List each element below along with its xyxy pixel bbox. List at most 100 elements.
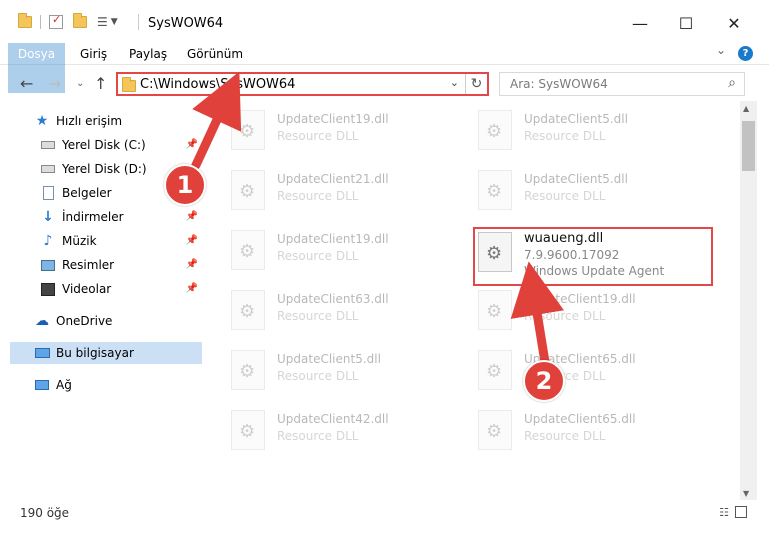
refresh-button[interactable]: ↻ xyxy=(465,74,487,94)
dll-file-icon xyxy=(231,290,265,330)
file-description: Resource DLL xyxy=(277,249,359,263)
computer-icon xyxy=(34,346,50,360)
divider xyxy=(40,15,41,29)
pin-icon[interactable]: 📌 xyxy=(186,211,198,222)
window-title: SysWOW64 xyxy=(148,16,224,31)
address-path[interactable]: C:\Windows\SysWOW64 xyxy=(140,77,295,92)
file-item[interactable]: UpdateClient19.dll Resource DLL xyxy=(478,286,688,336)
file-name: UpdateClient21.dll xyxy=(277,172,389,186)
large-icons-view-icon[interactable] xyxy=(735,506,747,518)
step-badge-2: 2 xyxy=(523,360,565,402)
file-description: Resource DLL xyxy=(524,129,606,143)
customize-icon[interactable]: ☰ xyxy=(97,15,108,29)
close-button[interactable]: ✕ xyxy=(711,8,757,38)
divider xyxy=(138,14,139,30)
address-bar[interactable]: C:\Windows\SysWOW64 ⌄ ↻ xyxy=(116,72,489,96)
pin-icon[interactable]: 📌 xyxy=(186,235,198,246)
sidebar-item-downloads[interactable]: ↓ İndirmeler 📌 xyxy=(40,206,202,228)
file-item[interactable]: UpdateClient63.dll Resource DLL xyxy=(231,286,441,336)
scroll-up-icon[interactable]: ▲ xyxy=(743,104,749,113)
properties-icon[interactable]: ✓ xyxy=(49,13,63,29)
up-button[interactable]: ↑ xyxy=(94,74,107,93)
sidebar-item-label: Ağ xyxy=(56,378,72,392)
file-description: Resource DLL xyxy=(524,309,606,323)
sidebar-item-label: Yerel Disk (C:) xyxy=(62,138,146,152)
sidebar-item-label: Resimler xyxy=(62,258,115,272)
vertical-scrollbar[interactable]: ▲ ▼ xyxy=(740,101,757,501)
download-icon: ↓ xyxy=(42,209,54,225)
network-icon xyxy=(34,378,50,392)
file-name: UpdateClient42.dll xyxy=(277,412,389,426)
dll-file-icon xyxy=(478,350,512,390)
sidebar-item-network[interactable]: Ağ xyxy=(34,374,202,396)
file-description: Resource DLL xyxy=(277,429,359,443)
sidebar-item-onedrive[interactable]: ☁ OneDrive xyxy=(34,310,202,332)
file-name: UpdateClient19.dll xyxy=(277,112,389,126)
sidebar-item-quick-access[interactable]: ★ Hızlı erişim xyxy=(34,110,226,132)
file-description: Resource DLL xyxy=(277,129,359,143)
view-buttons: ☷ xyxy=(719,506,747,519)
scroll-down-icon[interactable]: ▼ xyxy=(743,489,749,498)
file-name: UpdateClient5.dll xyxy=(524,172,628,186)
folder-icon xyxy=(122,77,136,92)
item-count: 190 öğe xyxy=(20,506,70,520)
scrollbar-thumb[interactable] xyxy=(742,121,755,171)
sidebar-item-music[interactable]: ♪ Müzik 📌 xyxy=(40,230,202,252)
title-bar: ✓ ☰ ▼ SysWOW64 — ☐ ✕ xyxy=(0,0,769,46)
back-button[interactable]: ← xyxy=(20,74,33,93)
chevron-down-icon[interactable]: ▼ xyxy=(111,17,118,27)
file-item[interactable]: UpdateClient5.dll Resource DLL xyxy=(231,346,441,396)
recent-locations-button[interactable]: ⌄ xyxy=(76,78,84,89)
folder-icon[interactable] xyxy=(18,13,32,28)
new-folder-icon[interactable] xyxy=(73,13,87,28)
file-item[interactable]: UpdateClient21.dll Resource DLL xyxy=(231,166,441,216)
sidebar-item-pictures[interactable]: Resimler 📌 xyxy=(40,254,202,276)
dll-file-icon xyxy=(231,170,265,210)
pin-icon[interactable]: 📌 xyxy=(186,259,198,270)
file-item[interactable]: UpdateClient65.dll Resource DLL xyxy=(478,406,688,456)
ribbon-tabs: Dosya Giriş Paylaş Görünüm ⌄ ? xyxy=(0,43,769,93)
search-icon[interactable]: ⌕ xyxy=(728,75,736,91)
file-item[interactable]: UpdateClient42.dll Resource DLL xyxy=(231,406,441,456)
dll-file-icon xyxy=(231,230,265,270)
drive-icon xyxy=(40,162,56,176)
file-description: Resource DLL xyxy=(277,309,359,323)
tab-home[interactable]: Giriş xyxy=(80,43,107,65)
dll-file-icon xyxy=(231,410,265,450)
file-description: Resource DLL xyxy=(277,189,359,203)
sidebar-item-label: Bu bilgisayar xyxy=(56,346,134,360)
file-name: UpdateClient19.dll xyxy=(524,292,636,306)
file-name: UpdateClient65.dll xyxy=(524,412,636,426)
file-name: UpdateClient19.dll xyxy=(277,232,389,246)
music-icon: ♪ xyxy=(43,233,53,249)
file-description: Resource DLL xyxy=(524,189,606,203)
sidebar-item-label: Yerel Disk (D:) xyxy=(62,162,147,176)
details-view-icon[interactable]: ☷ xyxy=(719,506,729,519)
search-input[interactable]: Ara: SysWOW64 ⌕ xyxy=(499,72,745,96)
dll-file-icon xyxy=(478,170,512,210)
file-item[interactable]: UpdateClient65.dll Resource DLL xyxy=(478,346,688,396)
sidebar-item-label: Belgeler xyxy=(62,186,112,200)
sidebar-item-disk-c[interactable]: Yerel Disk (C:) 📌 xyxy=(40,134,202,156)
forward-button[interactable]: → xyxy=(48,74,61,93)
file-item[interactable]: UpdateClient5.dll Resource DLL xyxy=(478,106,688,156)
maximize-button[interactable]: ☐ xyxy=(663,8,709,38)
ribbon-expand-icon[interactable]: ⌄ xyxy=(716,43,726,57)
file-item[interactable]: UpdateClient19.dll Resource DLL xyxy=(231,226,441,276)
tab-share[interactable]: Paylaş xyxy=(129,43,167,65)
file-highlight-box xyxy=(473,227,713,286)
cloud-icon: ☁ xyxy=(35,313,49,329)
sidebar-item-videos[interactable]: Videolar 📌 xyxy=(40,278,202,300)
file-item[interactable]: UpdateClient5.dll Resource DLL xyxy=(478,166,688,216)
document-icon xyxy=(40,186,56,200)
help-icon[interactable]: ? xyxy=(738,46,753,61)
pin-icon[interactable]: 📌 xyxy=(186,283,198,294)
star-icon: ★ xyxy=(35,113,49,129)
address-dropdown-icon[interactable]: ⌄ xyxy=(450,76,459,89)
sidebar-item-this-pc[interactable]: Bu bilgisayar xyxy=(10,342,202,364)
dll-file-icon xyxy=(231,110,265,150)
pin-icon[interactable]: 📌 xyxy=(186,139,198,150)
minimize-button[interactable]: — xyxy=(617,8,663,38)
tab-view[interactable]: Görünüm xyxy=(187,43,243,65)
file-item[interactable]: UpdateClient19.dll Resource DLL xyxy=(231,106,441,156)
